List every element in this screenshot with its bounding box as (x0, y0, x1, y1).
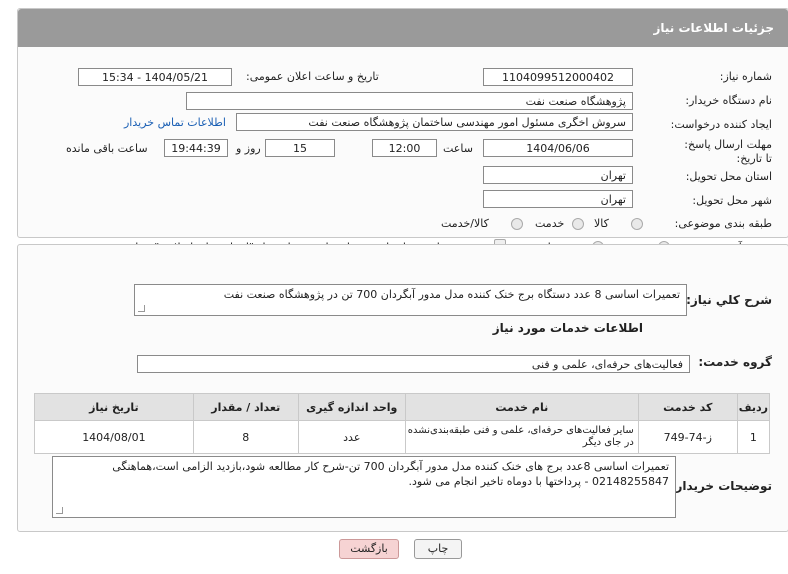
cell-qty: 8 (192, 420, 299, 454)
city-field: تهران (483, 190, 633, 208)
need-number-label: شماره نیاز: (719, 70, 772, 83)
category-goods-service-label: کالا/خدمت (441, 217, 489, 230)
services-title: اطلاعات خدمات مورد نیاز (492, 321, 643, 335)
days-field: 15 (265, 139, 335, 157)
col-row-header: ردیف (736, 393, 771, 421)
deadline-time-field: 12:00 (372, 139, 437, 157)
creator-field: سروش اخگری مسئول امور مهندسی ساختمان پژو… (236, 113, 633, 131)
panel-title: جزئیات اطلاعات نیاز (653, 21, 774, 35)
buyer-notes-label: توضیحات خریدار: (670, 479, 772, 493)
col-name-header: نام خدمت (404, 393, 639, 421)
province-label: استان محل تحویل: (685, 170, 772, 183)
cell-code: ز-74-749 (637, 420, 738, 454)
cell-date: 1404/08/01 (34, 420, 194, 454)
col-date-header: تاریخ نیاز (34, 393, 194, 421)
city-label: شهر محل تحویل: (692, 194, 772, 207)
panel-header: جزئیات اطلاعات نیاز (18, 9, 788, 47)
category-goods-service-radio[interactable] (511, 218, 523, 230)
buyer-notes-field: تعمیرات اساسی 8عدد برج های خنک کننده مدل… (52, 456, 676, 518)
province-field: تهران (483, 166, 633, 184)
table-row[interactable]: 1 ز-74-749 سایر فعالیت‌های حرفه‌ای، علمی… (34, 420, 771, 454)
summary-text: تعمیرات اساسی 8 عدد دستگاه برج خنک کننده… (223, 288, 680, 301)
service-group-field: فعالیت‌های حرفه‌ای، علمی و فنی (137, 355, 690, 373)
buyer-contact-link[interactable]: اطلاعات تماس خریدار (124, 116, 226, 129)
back-button[interactable]: بازگشت (339, 539, 399, 559)
summary-field: تعمیرات اساسی 8 عدد دستگاه برج خنک کننده… (134, 284, 687, 316)
table-header-row: ردیف کد خدمت نام خدمت واحد اندازه گیری ت… (34, 393, 771, 421)
deadline-date-field: 1404/06/06 (483, 139, 633, 157)
deadline-label: مهلت ارسال پاسخ: تا تاریخ: (684, 138, 772, 165)
col-unit-header: واحد اندازه گیری (297, 393, 406, 421)
remaining-time-field: 19:44:39 (164, 139, 228, 157)
col-code-header: کد خدمت (637, 393, 738, 421)
buyer-field: پژوهشگاه صنعت نفت (186, 92, 633, 110)
buyer-notes-text: تعمیرات اساسی 8عدد برج های خنک کننده مدل… (112, 460, 669, 488)
announce-label: تاریخ و ساعت اعلان عمومی: (246, 70, 379, 83)
category-service-label: خدمت (535, 217, 565, 230)
category-goods-radio[interactable] (631, 218, 643, 230)
deadline-time-label: ساعت (443, 142, 473, 155)
cell-name: سایر فعالیت‌های حرفه‌ای، علمی و فنی طبقه… (404, 420, 639, 454)
service-group-label: گروه خدمت: (698, 355, 772, 369)
print-button[interactable]: چاپ (414, 539, 462, 559)
need-number-field: 1104099512000402 (483, 68, 633, 86)
announce-field: 1404/05/21 - 15:34 (78, 68, 232, 86)
category-goods-label: کالا (594, 217, 609, 230)
services-table: ردیف کد خدمت نام خدمت واحد اندازه گیری ت… (34, 393, 771, 454)
col-qty-header: تعداد / مقدار (192, 393, 299, 421)
resize-grip-icon[interactable] (56, 507, 63, 514)
creator-label: ایجاد کننده درخواست: (670, 118, 772, 131)
buyer-label: نام دستگاه خریدار: (685, 94, 772, 107)
cell-row: 1 (736, 420, 771, 454)
cell-unit: عدد (297, 420, 406, 454)
days-label: روز و (236, 142, 261, 155)
summary-label: شرح کلي نياز: (686, 293, 772, 307)
remaining-label: ساعت باقی مانده (66, 142, 148, 155)
category-service-radio[interactable] (572, 218, 584, 230)
resize-grip-icon[interactable] (138, 305, 145, 312)
category-label: طبقه بندی موضوعی: (674, 217, 772, 230)
